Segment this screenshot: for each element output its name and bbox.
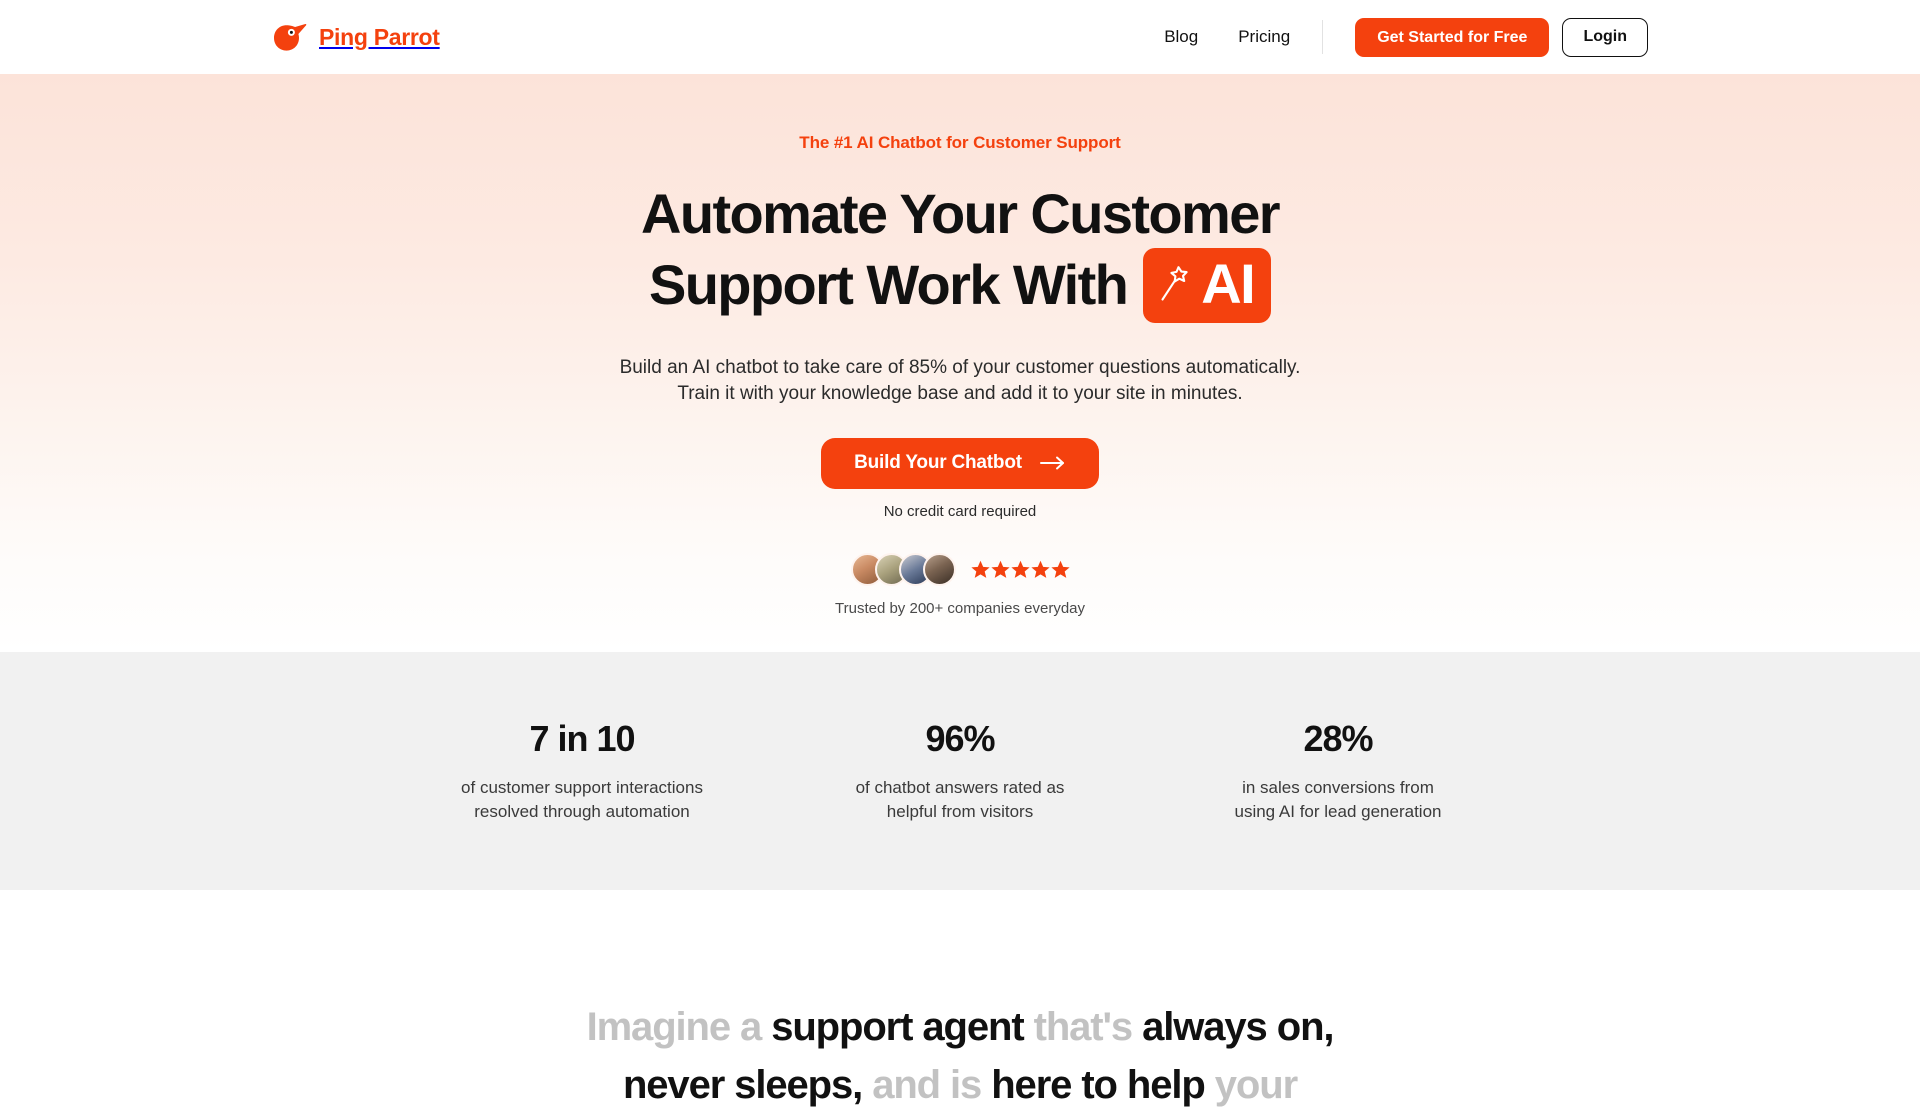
- magic-wand-icon: [1156, 264, 1194, 304]
- imagine-word: never: [622, 1063, 725, 1107]
- stats-section: 7 in 10 of customer support interactions…: [0, 652, 1920, 890]
- star-rating: [970, 560, 1070, 579]
- stat-label-line-1: in sales conversions from: [1242, 778, 1434, 798]
- stat-label-line-1: of chatbot answers rated as: [855, 778, 1065, 798]
- imagine-word: a: [740, 1005, 762, 1049]
- avatar: [922, 552, 956, 586]
- nav-links: Blog Pricing: [1164, 27, 1290, 47]
- stat-label: of chatbot answers rated as helpful from…: [790, 776, 1130, 824]
- logo-link[interactable]: Ping Parrot: [272, 22, 440, 52]
- stat-item: 7 in 10 of customer support interactions…: [412, 718, 752, 824]
- stat-label-line-2: resolved through automation: [474, 802, 690, 821]
- stat-label-line-2: using AI for lead generation: [1234, 802, 1442, 821]
- stat-value: 96%: [925, 718, 995, 760]
- stat-value: 7 in 10: [529, 718, 635, 760]
- imagine-word: Imagine: [586, 1005, 732, 1049]
- login-button[interactable]: Login: [1562, 17, 1648, 57]
- stat-item: 96% of chatbot answers rated as helpful …: [790, 718, 1130, 824]
- logo-text: Ping Parrot: [319, 23, 440, 50]
- stat-value: 28%: [1303, 718, 1373, 760]
- hero-section: The #1 AI Chatbot for Customer Support A…: [0, 74, 1920, 652]
- social-proof: [0, 552, 1920, 586]
- imagine-headline: Imagine a support agent that's always on…: [580, 998, 1340, 1114]
- build-your-chatbot-label: Build Your Chatbot: [854, 452, 1022, 474]
- imagine-word: your: [1214, 1063, 1298, 1107]
- hero-title-line-1: Automate Your Customer: [641, 182, 1281, 245]
- imagine-word: help: [1126, 1063, 1206, 1107]
- stat-label: of customer support interactions resolve…: [412, 776, 752, 824]
- imagine-word: here: [991, 1063, 1072, 1107]
- imagine-word: always: [1142, 1005, 1268, 1049]
- hero-title-line-2: Support Work With AI: [0, 247, 1920, 324]
- imagine-word: on,: [1276, 1005, 1335, 1049]
- parrot-icon: [272, 22, 308, 52]
- stat-label: in sales conversions from using AI for l…: [1168, 776, 1508, 824]
- hero-eyebrow: The #1 AI Chatbot for Customer Support: [799, 133, 1121, 152]
- hero-title-line-2-text: Support Work With: [648, 253, 1129, 317]
- hero-cta-wrap: Build Your Chatbot: [0, 437, 1920, 489]
- hero-subtitle-line-1: Build an AI chatbot to take care of 85% …: [619, 357, 1301, 379]
- site-header: Ping Parrot Blog Pricing Get Started for…: [0, 0, 1920, 74]
- imagine-word: is: [950, 1063, 982, 1107]
- page-title: Automate Your Customer Support Work With…: [0, 181, 1920, 324]
- hero-subtitle-line-2: Train it with your knowledge base and ad…: [677, 382, 1243, 404]
- imagine-word: and: [872, 1063, 941, 1107]
- stats-list: 7 in 10 of customer support interactions…: [412, 718, 1508, 824]
- hero-subtitle: Build an AI chatbot to take care of 85% …: [0, 355, 1920, 406]
- get-started-button[interactable]: Get Started for Free: [1355, 17, 1550, 57]
- trusted-by-text: Trusted by 200+ companies everyday: [835, 599, 1085, 617]
- star-icon: [1010, 560, 1030, 579]
- ai-badge: AI: [1143, 247, 1272, 324]
- stat-label-line-1: of customer support interactions: [461, 778, 703, 798]
- imagine-word: to: [1081, 1063, 1118, 1107]
- no-credit-card-note: No credit card required: [883, 502, 1037, 520]
- star-icon: [1030, 560, 1050, 579]
- avatar-group: [850, 552, 956, 586]
- imagine-word: sleeps,: [734, 1063, 863, 1107]
- build-your-chatbot-button[interactable]: Build Your Chatbot: [821, 437, 1099, 489]
- nav-divider: [1322, 20, 1324, 54]
- nav-link-pricing[interactable]: Pricing: [1238, 27, 1290, 47]
- star-icon: [1050, 560, 1070, 579]
- stat-label-line-2: helpful from visitors: [886, 802, 1034, 821]
- ai-badge-label: AI: [1201, 251, 1255, 315]
- imagine-word: that's: [1033, 1005, 1134, 1049]
- primary-nav: Blog Pricing Get Started for Free Login: [1164, 17, 1648, 57]
- arrow-right-icon: [1039, 456, 1066, 470]
- stat-item: 28% in sales conversions from using AI f…: [1168, 718, 1508, 824]
- star-icon: [970, 560, 990, 579]
- imagine-word: agent: [922, 1005, 1024, 1049]
- nav-link-blog[interactable]: Blog: [1164, 27, 1198, 47]
- imagine-word: support: [771, 1005, 913, 1049]
- star-icon: [990, 560, 1010, 579]
- imagine-section: Imagine a support agent that's always on…: [0, 890, 1920, 1114]
